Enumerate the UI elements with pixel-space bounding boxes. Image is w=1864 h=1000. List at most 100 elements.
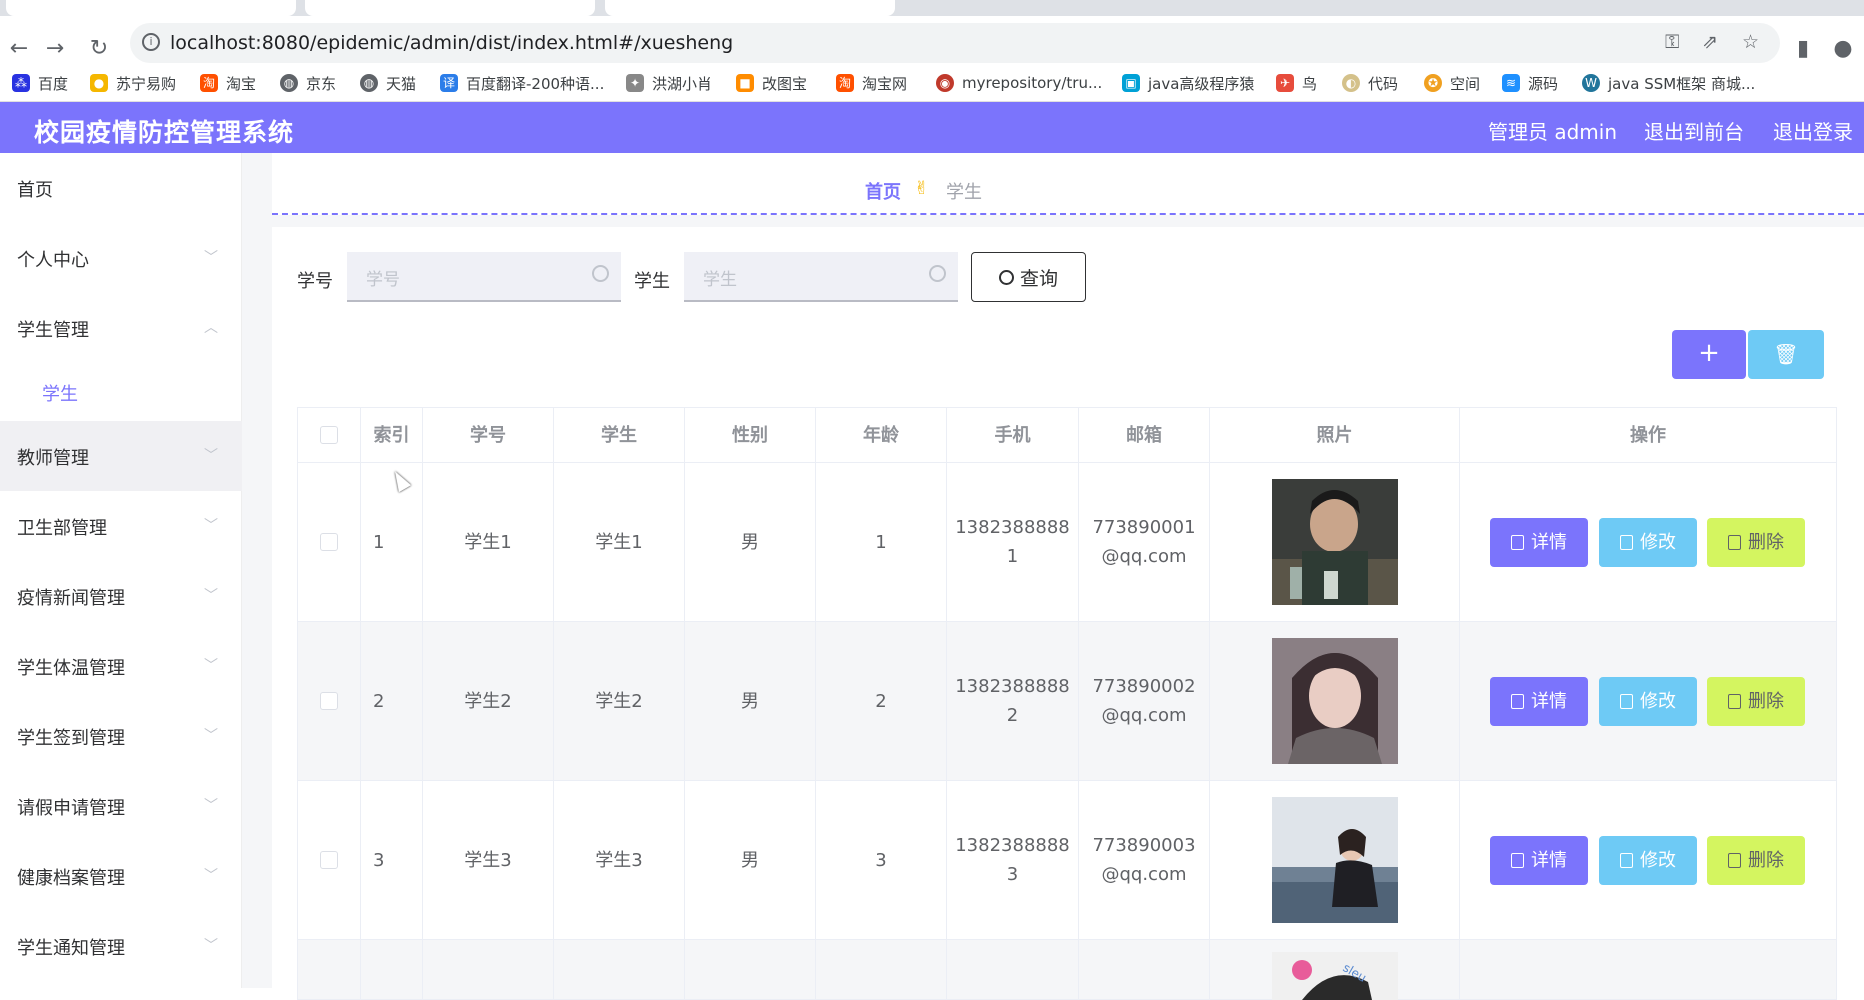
bookmark[interactable]: ■ 改图宝 xyxy=(736,72,807,94)
hand-icon: ✌ xyxy=(914,178,930,199)
sidebar-item-teacher-mgmt[interactable]: 教师管理 ﹀ xyxy=(0,421,242,491)
sidebar-item-temperature[interactable]: 学生体温管理 ﹀ xyxy=(0,631,242,701)
student-photo xyxy=(1271,797,1398,923)
sidebar-item-health-record[interactable]: 健康档案管理 ﹀ xyxy=(0,841,242,911)
detail-button[interactable]: 详情 xyxy=(1490,518,1588,567)
chevron-down-icon: ﹀ xyxy=(204,588,218,604)
profile-icon[interactable]: ● xyxy=(1832,38,1854,60)
cell-photo xyxy=(1209,463,1459,621)
cell-index: 1 xyxy=(360,463,422,621)
edit-button[interactable]: 修改 xyxy=(1599,677,1697,726)
cell-photo: sleu xyxy=(1209,940,1459,1000)
batch-delete-button[interactable]: 🗑 xyxy=(1748,330,1824,379)
bookmark[interactable]: ● 苏宁易购 xyxy=(90,72,176,94)
cell-age: 3 xyxy=(815,781,946,939)
taobao-icon: 淘 xyxy=(836,74,854,92)
paw-icon: ⁂ xyxy=(12,74,30,92)
admin-label: 管理员 admin xyxy=(1488,120,1618,144)
chevron-down-icon: ﹀ xyxy=(204,938,218,954)
row-checkbox[interactable] xyxy=(320,692,338,710)
bookmark[interactable]: 淘淘宝网 xyxy=(836,72,907,94)
bookmark[interactable]: ⁂ 百度 xyxy=(12,72,68,94)
cell-phone: 1382388888 3 xyxy=(946,781,1078,939)
back-icon[interactable]: ← xyxy=(8,38,30,60)
cell-gender: 男 xyxy=(684,463,815,621)
bookmark[interactable]: ≋ 源码 xyxy=(1502,72,1558,94)
sidebar-item-notice[interactable]: 学生通知管理 ﹀ xyxy=(0,911,242,981)
reload-icon[interactable]: ↻ xyxy=(88,38,110,60)
sidebar-item-epidemic-news[interactable]: 疫情新闻管理 ﹀ xyxy=(0,561,242,631)
wordpress-icon: W xyxy=(1582,74,1600,92)
key-icon[interactable]: ⚿ xyxy=(1665,31,1679,53)
url-text[interactable]: localhost:8080/epidemic/admin/dist/index… xyxy=(170,32,733,54)
bookmark[interactable]: ▣ java高级程序猿 xyxy=(1122,72,1254,94)
student-photo xyxy=(1271,638,1398,764)
cell-gender: 男 xyxy=(684,622,815,780)
col-header: 性别 xyxy=(684,408,815,462)
cell-xuesheng: 学生2 xyxy=(553,622,684,780)
browser-tab-strip xyxy=(0,0,1864,16)
browser-tab[interactable] xyxy=(305,0,595,16)
add-button[interactable]: + xyxy=(1672,330,1746,379)
search-input-xuesheng[interactable]: 学生 xyxy=(684,252,958,302)
bookmark[interactable]: ◉ myrepository/tru... xyxy=(936,72,1102,94)
taobao-icon: 淘 xyxy=(200,74,218,92)
fish-icon: ≋ xyxy=(1502,74,1520,92)
sidepanel-icon[interactable]: ▮ xyxy=(1792,38,1814,60)
bookmark[interactable]: ✦ 洪湖小肖 xyxy=(626,72,712,94)
forward-icon[interactable]: → xyxy=(44,38,66,60)
bookmark[interactable]: ◍ 京东 xyxy=(280,72,336,94)
share-icon[interactable]: ⇗ xyxy=(1702,31,1718,53)
sidebar-item-student-mgmt[interactable]: 学生管理 ︿ xyxy=(0,293,242,363)
chevron-down-icon: ﹀ xyxy=(204,868,218,884)
row-checkbox[interactable] xyxy=(320,533,338,551)
url-omnibox[interactable]: i localhost:8080/epidemic/admin/dist/ind… xyxy=(130,23,1780,63)
sidebar-item-health-dept[interactable]: 卫生部管理 ﹀ xyxy=(0,491,242,561)
cell-index: 2 xyxy=(360,622,422,780)
cell-xuehao: 学生3 xyxy=(422,781,553,939)
star-icon[interactable]: ☆ xyxy=(1742,31,1759,53)
chevron-up-icon: ︿ xyxy=(204,320,218,336)
select-all-checkbox[interactable] xyxy=(320,426,338,444)
bookmark[interactable]: ✈ 鸟 xyxy=(1276,72,1317,94)
delete-button[interactable]: 删除 xyxy=(1707,836,1805,885)
sidebar-item-checkin[interactable]: 学生签到管理 ﹀ xyxy=(0,701,242,771)
exit-to-front-link[interactable]: 退出到前台 xyxy=(1644,116,1744,145)
detail-button[interactable]: 详情 xyxy=(1490,836,1588,885)
cell-phone: 1382388888 2 xyxy=(946,622,1078,780)
row-checkbox[interactable] xyxy=(320,851,338,869)
sidebar-item-leave[interactable]: 请假申请管理 ﹀ xyxy=(0,771,242,841)
chevron-down-icon: ﹀ xyxy=(204,728,218,744)
bookmark[interactable]: ◍ 天猫 xyxy=(360,72,416,94)
query-button[interactable]: 查询 xyxy=(971,252,1086,302)
sidebar-item-home[interactable]: 首页 xyxy=(0,153,242,223)
cell-age: 1 xyxy=(815,463,946,621)
logout-link[interactable]: 退出登录 xyxy=(1773,116,1853,145)
edit-button[interactable]: 修改 xyxy=(1599,836,1697,885)
browser-tab[interactable] xyxy=(6,0,296,16)
col-header: 学号 xyxy=(422,408,553,462)
bookmark[interactable]: ◐ 代码 xyxy=(1342,72,1398,94)
cell-xuesheng: 学生1 xyxy=(553,463,684,621)
bookmark[interactable]: ✪ 空间 xyxy=(1424,72,1480,94)
site-info-icon[interactable]: i xyxy=(142,33,160,51)
col-header: 年龄 xyxy=(815,408,946,462)
bookmark[interactable]: 淘淘宝 xyxy=(200,72,256,94)
sidebar-item-student[interactable]: 学生 xyxy=(0,357,242,421)
pencil-icon xyxy=(1620,535,1633,550)
delete-button[interactable]: 删除 xyxy=(1707,518,1805,567)
sidebar-item-profile[interactable]: 个人中心 ﹀ xyxy=(0,223,242,293)
detail-button[interactable]: 详情 xyxy=(1490,677,1588,726)
bookmark[interactable]: Wjava SSM框架 商城... xyxy=(1582,72,1755,94)
gaitubao-icon: ■ xyxy=(736,74,754,92)
document-icon xyxy=(1511,535,1524,550)
chevron-down-icon: ﹀ xyxy=(204,518,218,534)
edit-button[interactable]: 修改 xyxy=(1599,518,1697,567)
table-row: 1 学生1 学生1 男 1 1382388888 1 773890001 @qq.c… xyxy=(297,463,1837,622)
search-input-xuehao[interactable]: 学号 xyxy=(347,252,621,302)
browser-tab[interactable] xyxy=(605,0,895,16)
delete-button[interactable]: 删除 xyxy=(1707,677,1805,726)
bookmark[interactable]: 译百度翻译-200种语... xyxy=(440,72,604,94)
breadcrumb-home[interactable]: 首页 xyxy=(865,178,901,204)
cell-actions: 详情 修改 删除 xyxy=(1459,463,1837,621)
